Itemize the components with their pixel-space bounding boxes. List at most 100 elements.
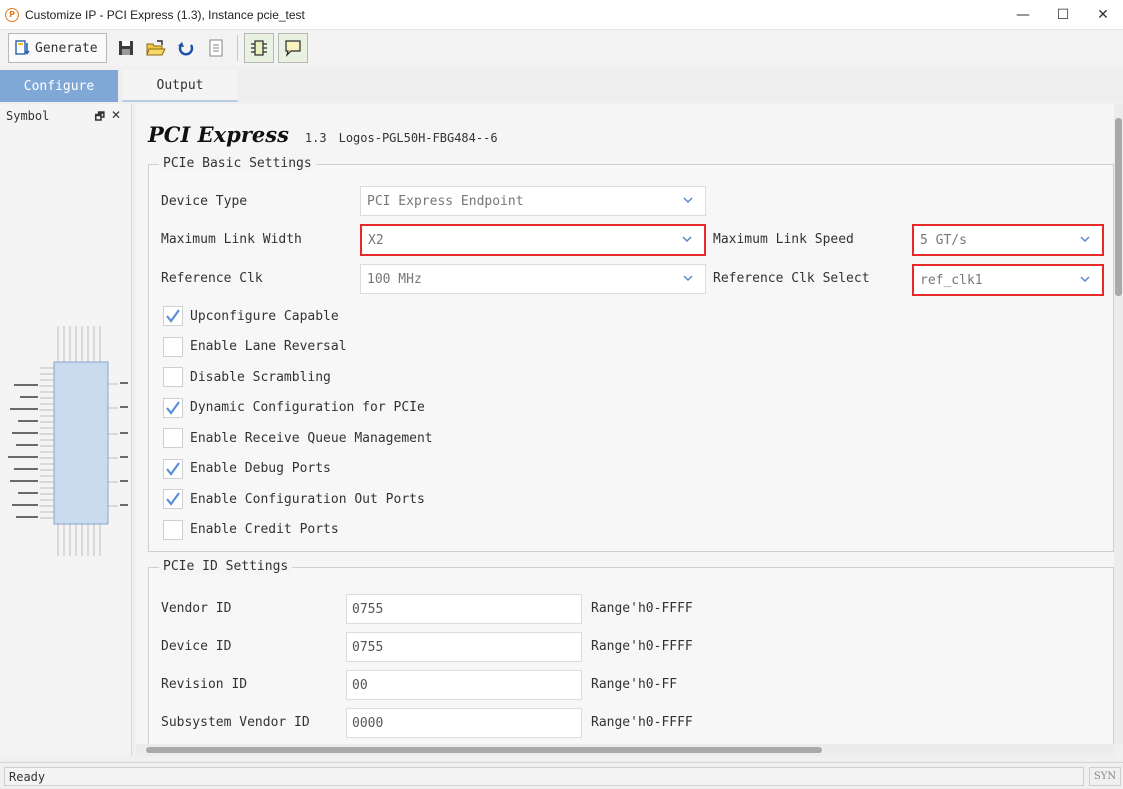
- max-link-speed-select[interactable]: 5 GT/s: [912, 224, 1104, 256]
- chevron-down-icon: [682, 236, 692, 243]
- checkbox-label: Upconfigure Capable: [190, 308, 339, 324]
- symbol-panel-title: Symbol: [6, 109, 50, 123]
- chevron-down-icon: [683, 275, 693, 282]
- symbol-panel-header: Symbol 🗗 ✕: [0, 104, 131, 128]
- max-link-width-label: Maximum Link Width: [161, 232, 302, 247]
- ref-clk-source-select[interactable]: ref_clk1: [912, 264, 1104, 296]
- id-field-range: Range'h0-FFFF: [591, 601, 693, 616]
- window-controls: — ☐ ✕: [1003, 0, 1123, 30]
- symbol-toggle-icon: [250, 40, 267, 56]
- generate-icon: [15, 40, 30, 55]
- id-field-label: Device ID: [161, 639, 232, 654]
- id-field-input[interactable]: 00: [346, 670, 582, 700]
- checkbox-row[interactable]: Enable Configuration Out Ports: [163, 489, 425, 509]
- tab-bar: Configure Output: [0, 70, 1123, 102]
- max-link-width-value: X2: [368, 232, 384, 248]
- id-field-range: Range'h0-FF: [591, 677, 678, 692]
- checkbox-label: Enable Configuration Out Ports: [190, 491, 425, 507]
- checkbox-row[interactable]: Enable Lane Reversal: [163, 336, 347, 357]
- horizontal-scrollbar[interactable]: [136, 744, 1114, 756]
- close-panel-icon[interactable]: ✕: [111, 108, 121, 127]
- comment-toggle-icon: [285, 40, 301, 57]
- checkbox-label: Enable Debug Ports: [190, 461, 331, 476]
- id-field-label: Subsystem Vendor ID: [161, 715, 310, 730]
- checkbox-label: Dynamic Configuration for PCIe: [190, 400, 425, 415]
- generate-label: Generate: [35, 40, 98, 56]
- pcie-basic-settings-group: PCIe Basic Settings Device Type PCI Expr…: [148, 156, 1114, 552]
- ref-clk-select-label: Reference Clk Select: [713, 271, 870, 286]
- status-mode: SYN: [1089, 767, 1121, 786]
- id-field-label: Vendor ID: [161, 601, 232, 616]
- save-button[interactable]: [111, 33, 141, 63]
- checkbox-row[interactable]: Enable Debug Ports: [163, 458, 331, 479]
- checkbox-unchecked[interactable]: [163, 519, 183, 540]
- checkbox-row[interactable]: Dynamic Configuration for PCIe: [163, 397, 425, 418]
- tab-output[interactable]: Output: [122, 70, 238, 102]
- checkbox-row[interactable]: Enable Receive Queue Management: [163, 428, 433, 448]
- checkbox-label: Disable Scrambling: [190, 369, 331, 385]
- document-icon: [209, 39, 223, 57]
- checkbox-unchecked[interactable]: [163, 367, 183, 387]
- id-field-range: Range'h0-FFFF: [591, 715, 693, 730]
- group-legend: PCIe Basic Settings: [159, 156, 316, 171]
- id-field-input[interactable]: 0755: [346, 594, 582, 624]
- checkbox-label: Enable Receive Queue Management: [190, 430, 433, 446]
- device-type-label: Device Type: [161, 194, 248, 209]
- ip-version: 1.3: [304, 131, 327, 145]
- max-link-width-select[interactable]: X2: [360, 224, 706, 256]
- checkbox-checked[interactable]: [163, 458, 183, 479]
- checkbox-unchecked[interactable]: [163, 428, 183, 448]
- pcie-id-settings-group: PCIe ID Settings Vendor ID 0755 Range'h0-F…: [148, 559, 1114, 744]
- save-icon: [118, 41, 133, 55]
- generate-button[interactable]: Generate: [8, 33, 107, 63]
- ref-clk-select[interactable]: 100 MHz: [360, 264, 706, 294]
- ip-header: PCI Express 1.3 Logos-PGL50H-FBG484--6: [148, 122, 498, 147]
- checkmark-icon: [166, 309, 180, 323]
- vertical-scroll-thumb[interactable]: [1115, 118, 1122, 296]
- device-type-select[interactable]: PCI Express Endpoint: [360, 186, 706, 216]
- tab-configure[interactable]: Configure: [0, 70, 118, 102]
- close-button[interactable]: ✕: [1083, 0, 1123, 30]
- checkbox-checked[interactable]: [163, 397, 183, 418]
- id-field-input[interactable]: 0755: [346, 632, 582, 662]
- comment-toggle-button[interactable]: [277, 33, 308, 63]
- device-name: Logos-PGL50H-FBG484--6: [338, 131, 498, 145]
- checkbox-label: Enable Lane Reversal: [190, 339, 347, 354]
- open-button[interactable]: [141, 33, 171, 63]
- refresh-icon: [177, 42, 193, 56]
- title-bar: P Customize IP - PCI Express (1.3), Inst…: [0, 0, 1123, 30]
- checkbox-row[interactable]: Disable Scrambling: [163, 367, 331, 387]
- ref-clk-label: Reference Clk: [161, 271, 263, 286]
- ref-clk-value: 100 MHz: [367, 271, 422, 287]
- maximize-button[interactable]: ☐: [1043, 0, 1083, 30]
- reload-button[interactable]: [171, 33, 201, 63]
- max-link-speed-label: Maximum Link Speed: [713, 232, 854, 247]
- max-link-speed-value: 5 GT/s: [920, 232, 967, 248]
- id-field-input[interactable]: 0000: [346, 708, 582, 738]
- checkbox-row[interactable]: Upconfigure Capable: [163, 306, 339, 326]
- checkmark-icon: [166, 400, 180, 415]
- checkbox-row[interactable]: Enable Credit Ports: [163, 519, 339, 540]
- checkbox-unchecked[interactable]: [163, 336, 183, 357]
- checkbox-label: Enable Credit Ports: [190, 522, 339, 537]
- page-title: PCI Express: [148, 122, 289, 147]
- ip-symbol-diagram: [8, 326, 128, 556]
- group-legend: PCIe ID Settings: [159, 559, 293, 574]
- checkmark-icon: [166, 461, 180, 476]
- horizontal-scroll-thumb[interactable]: [146, 747, 822, 753]
- checkbox-checked[interactable]: [163, 306, 183, 326]
- document-button[interactable]: [201, 33, 231, 63]
- float-panel-icon[interactable]: 🗗: [95, 108, 105, 127]
- status-bar: Ready SYN: [0, 762, 1123, 789]
- configuration-panel: PCI Express 1.3 Logos-PGL50H-FBG484--6 P…: [136, 104, 1114, 744]
- app-logo-icon: P: [5, 7, 19, 22]
- vertical-scrollbar[interactable]: [1114, 104, 1123, 744]
- open-folder-icon: [145, 40, 166, 56]
- ref-clk-select-value: ref_clk1: [920, 272, 983, 288]
- chevron-down-icon: [683, 197, 693, 204]
- minimize-button[interactable]: —: [1003, 0, 1043, 30]
- symbol-toggle-button[interactable]: [243, 33, 274, 63]
- window-title: Customize IP - PCI Express (1.3), Instan…: [25, 7, 305, 22]
- checkbox-checked[interactable]: [163, 489, 183, 509]
- checkmark-icon: [166, 492, 180, 506]
